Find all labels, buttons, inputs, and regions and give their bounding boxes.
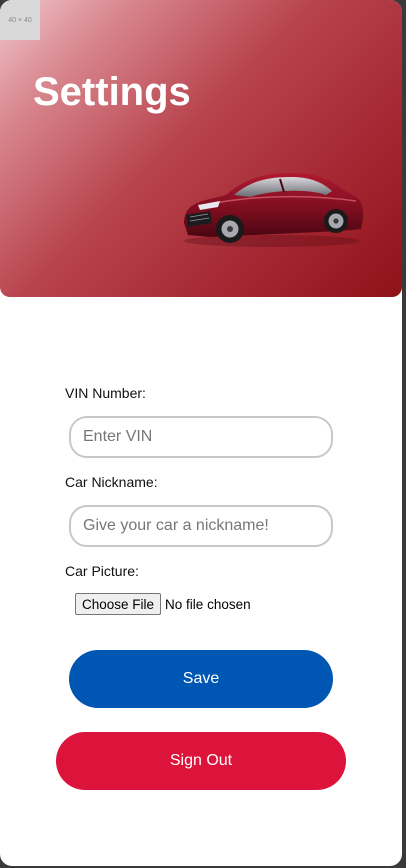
- choose-file-button[interactable]: Choose File: [75, 593, 162, 615]
- vin-input[interactable]: [69, 416, 333, 458]
- car-picture-file-input: Choose File No file chosen: [75, 593, 251, 615]
- car-image: [184, 173, 364, 247]
- nickname-input[interactable]: [69, 505, 333, 547]
- settings-screen: 40 × 40 Settings VIN Number: Enter VIN C…: [0, 0, 402, 866]
- nickname-label: Car Nickname:: [65, 474, 158, 490]
- placeholder-image: 40 × 40: [0, 0, 40, 40]
- file-status: No file chosen: [165, 596, 251, 612]
- header-banner: 40 × 40 Settings: [0, 0, 402, 297]
- car-picture-label: Car Picture:: [65, 563, 139, 579]
- page-title: Settings: [33, 70, 191, 114]
- sign-out-button[interactable]: Sign Out: [56, 732, 346, 790]
- vin-label: VIN Number:: [65, 385, 146, 401]
- save-button[interactable]: Save: [69, 650, 333, 708]
- device-frame: 40 × 40 Settings VIN Number: Enter VIN C…: [0, 0, 406, 868]
